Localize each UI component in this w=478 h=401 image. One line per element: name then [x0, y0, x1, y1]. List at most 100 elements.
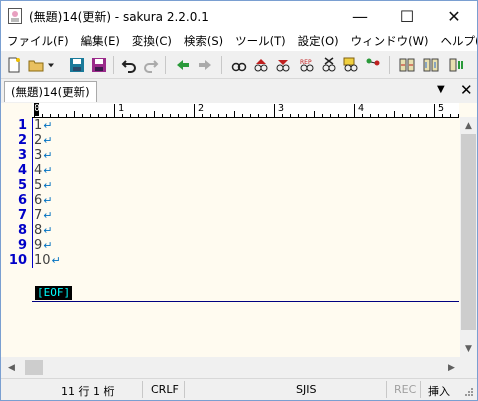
eol-mark-icon: ↵	[43, 134, 53, 147]
tab-close-icon[interactable]: ✕	[460, 81, 473, 99]
clear-mark-icon	[322, 57, 336, 72]
jump-back-button[interactable]	[173, 55, 193, 75]
clear-mark-button[interactable]	[319, 55, 339, 75]
line-gutter	[32, 163, 33, 178]
encoding[interactable]: SJIS	[296, 383, 316, 396]
text-line: 4 4↵	[1, 163, 459, 178]
text-line: 1 1↵	[1, 118, 459, 133]
menu-help[interactable]: ヘルプ(H)	[435, 31, 477, 51]
search-prev-button[interactable]	[251, 55, 271, 75]
ruler-tick	[370, 114, 371, 117]
line-number: 7	[17, 208, 27, 223]
ruler-tick	[258, 114, 259, 117]
text-line: 9 9↵	[1, 238, 459, 253]
line-text: 4↵	[34, 163, 53, 178]
search-button[interactable]	[229, 55, 249, 75]
outline-icon	[366, 58, 380, 66]
ruler-tick	[282, 114, 283, 117]
maximize-button[interactable]: ☐	[384, 1, 430, 31]
new-file-icon	[8, 57, 20, 73]
status-separator	[184, 381, 185, 398]
ruler-number: 5	[438, 103, 445, 114]
line-number: 3	[17, 148, 27, 163]
vertical-scroll-thumb[interactable]	[461, 134, 476, 330]
eol-mark-icon: ↵	[43, 119, 53, 132]
status-separator	[386, 381, 387, 398]
ruler-tick	[186, 114, 187, 117]
ruler-tick	[338, 114, 339, 117]
replace-button[interactable]: REP	[297, 55, 317, 75]
ruler-tick	[290, 114, 291, 117]
line-number: 9	[17, 238, 27, 253]
outline-button[interactable]	[363, 55, 383, 75]
ruler-tick	[330, 114, 331, 117]
menu-search[interactable]: 検索(S)	[178, 31, 229, 51]
text-line: 5 5↵	[1, 178, 459, 193]
line-gutter	[32, 253, 33, 268]
line-content: 3	[34, 148, 43, 163]
save-button[interactable]	[67, 55, 87, 75]
settings-icon	[423, 58, 439, 72]
scroll-left-icon[interactable]: ◀	[3, 359, 20, 376]
title-bar[interactable]: (無題)14(更新) - sakura 2.2.0.1 — ☐ ✕	[1, 1, 477, 31]
app-window: (無題)14(更新) - sakura 2.2.0.1 — ☐ ✕ ファイル(F…	[0, 0, 478, 401]
new-file-button[interactable]	[4, 55, 24, 75]
close-button[interactable]: ✕	[431, 1, 477, 31]
menu-convert[interactable]: 変換(C)	[126, 31, 178, 51]
line-gutter	[32, 208, 33, 223]
line-gutter	[32, 178, 33, 193]
vertical-scrollbar[interactable]: ▲ ▼	[460, 117, 477, 357]
eol-mark-icon: ↵	[51, 254, 61, 267]
scroll-down-icon[interactable]: ▼	[460, 340, 477, 357]
line-number: 6	[17, 193, 27, 208]
menu-tools[interactable]: ツール(T)	[229, 31, 292, 51]
ruler-tick	[442, 114, 443, 117]
save-all-button[interactable]	[89, 55, 109, 75]
resize-grip-icon[interactable]	[464, 387, 474, 397]
line-gutter	[32, 118, 33, 133]
scroll-up-icon[interactable]: ▲	[460, 117, 477, 134]
grep-button[interactable]	[341, 55, 361, 75]
line-number: 5	[17, 178, 27, 193]
ruler-tick	[66, 114, 67, 117]
document-tab[interactable]: (無題)14(更新)	[4, 81, 97, 102]
ruler-tick	[170, 114, 171, 117]
extra-icon	[449, 58, 463, 72]
open-button[interactable]	[26, 55, 46, 75]
minimize-button[interactable]: —	[337, 1, 383, 31]
eol-type[interactable]: CRLF	[151, 383, 179, 396]
settings-button[interactable]	[421, 55, 441, 75]
menu-settings[interactable]: 設定(O)	[292, 31, 345, 51]
open-dropdown-button[interactable]	[45, 55, 57, 75]
menu-window[interactable]: ウィンドウ(W)	[345, 31, 435, 51]
status-separator	[142, 381, 143, 398]
line-gutter	[32, 223, 33, 238]
ruler-tick	[458, 114, 459, 117]
menu-file[interactable]: ファイル(F)	[1, 31, 75, 51]
ruler-tick	[218, 114, 219, 117]
line-number: 1	[17, 118, 27, 133]
ruler-tick	[178, 114, 179, 117]
compare-button[interactable]	[397, 55, 417, 75]
toolbar-separator	[165, 56, 166, 74]
save-icon	[70, 58, 84, 72]
jump-forward-button[interactable]	[195, 55, 215, 75]
scroll-right-icon[interactable]: ▶	[443, 359, 460, 376]
macro-record-status: REC	[394, 383, 417, 396]
menu-bar: ファイル(F) 編集(E) 変換(C) 検索(S) ツール(T) 設定(O) ウ…	[1, 31, 477, 51]
horizontal-scrollbar[interactable]: ◀ ▶	[1, 359, 460, 376]
editor-area[interactable]: 0 1 2 3 4 5 1 1↵ 2 2↵ 3 3↵ 4 4↵ 5 5↵ 6 6…	[1, 103, 477, 357]
tab-list-dropdown-icon[interactable]: ▼	[437, 84, 445, 95]
undo-button[interactable]	[119, 55, 139, 75]
redo-button[interactable]	[141, 55, 161, 75]
ruler-tick	[306, 114, 307, 117]
ruler-tick	[234, 111, 235, 117]
horizontal-scroll-thumb[interactable]	[25, 360, 43, 375]
search-next-button[interactable]	[273, 55, 293, 75]
menu-edit[interactable]: 編集(E)	[75, 31, 126, 51]
ruler-tick	[434, 104, 435, 117]
ruler-tick	[194, 104, 195, 117]
extra-button[interactable]	[447, 55, 467, 75]
ruler-tick	[114, 104, 115, 117]
toolbar-separator	[113, 56, 114, 74]
